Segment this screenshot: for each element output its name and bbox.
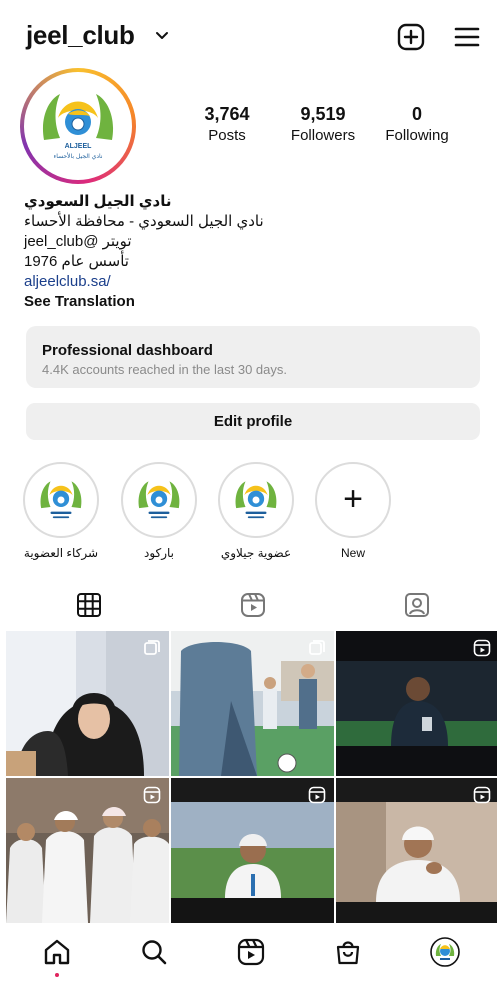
club-logo-image: ALJEEL نادي الجيل بالأحساء xyxy=(31,79,125,173)
tab-reels[interactable] xyxy=(170,588,335,628)
bio-line-1: نادي الجيل السعودي - محافظة الأحساء xyxy=(24,213,264,230)
highlight-cover xyxy=(121,462,197,538)
following-value: 0 xyxy=(411,104,422,124)
carousel-icon xyxy=(144,640,160,655)
plus-square-icon[interactable] xyxy=(396,22,426,52)
grid-post[interactable] xyxy=(171,778,334,923)
highlight-membership-partners[interactable]: شركاء العضوية xyxy=(21,462,101,560)
bio-display-name: نادي الجيل السعودي xyxy=(24,193,172,210)
highlight-cover: + xyxy=(315,462,391,538)
highlight-jeelawi-membership[interactable]: عضوية جيلاوي xyxy=(216,462,296,560)
avatar-inner: ALJEEL نادي الجيل بالأحساء xyxy=(24,72,132,180)
svg-text:نادي الجيل بالأحساء: نادي الجيل بالأحساء xyxy=(53,152,102,160)
highlight-label: باركود xyxy=(143,546,175,560)
reels-icon xyxy=(473,786,491,804)
shopping-bag-icon xyxy=(336,941,360,965)
tab-posts-grid[interactable] xyxy=(6,588,171,628)
bio-website-link[interactable]: aljeelclub.sa/ xyxy=(24,272,304,292)
grid-icon xyxy=(77,593,101,617)
following-count[interactable]: 0 Following xyxy=(362,104,472,144)
posts-grid xyxy=(6,631,497,923)
reels-icon xyxy=(237,938,265,966)
club-logo-icon xyxy=(235,481,277,519)
home-icon xyxy=(44,939,70,965)
posts-label: Posts xyxy=(208,127,246,144)
chevron-down-icon[interactable] xyxy=(154,30,170,42)
svg-text:ALJEEL: ALJEEL xyxy=(65,143,93,150)
nav-shop[interactable] xyxy=(331,935,365,969)
highlight-cover xyxy=(218,462,294,538)
bio-line-3: تأسس عام 1976 xyxy=(24,253,129,270)
search-icon xyxy=(142,940,167,965)
nav-home[interactable] xyxy=(40,935,74,969)
carousel-icon xyxy=(309,640,325,655)
dashboard-subtitle: 4.4K accounts reached in the last 30 day… xyxy=(42,362,287,377)
grid-post[interactable] xyxy=(6,631,169,776)
posts-count[interactable]: 3,764 Posts xyxy=(172,104,282,144)
nav-search[interactable] xyxy=(137,935,171,969)
profile-avatar[interactable]: ALJEEL نادي الجيل بالأحساء xyxy=(20,68,136,184)
username-title[interactable]: jeel_club xyxy=(26,20,135,51)
grid-post[interactable] xyxy=(171,631,334,776)
grid-post[interactable] xyxy=(6,778,169,923)
grid-post[interactable] xyxy=(336,778,497,923)
top-bar: jeel_club xyxy=(0,0,497,72)
bio-line-2: تويتر @jeel_club xyxy=(24,233,132,250)
profile-avatar-icon xyxy=(430,937,460,967)
highlight-barcode[interactable]: باركود xyxy=(119,462,199,560)
following-label: Following xyxy=(385,127,449,144)
highlight-label: New xyxy=(340,546,365,560)
nav-reels[interactable] xyxy=(234,935,268,969)
highlight-cover xyxy=(23,462,99,538)
bottom-navigation xyxy=(0,925,497,994)
reels-icon xyxy=(308,786,326,804)
edit-profile-button[interactable]: Edit profile xyxy=(26,403,480,440)
professional-dashboard-card[interactable]: Professional dashboard 4.4K accounts rea… xyxy=(26,326,480,388)
profile-bio: نادي الجيل السعودي نادي الجيل السعودي - … xyxy=(24,192,304,312)
tab-tagged[interactable] xyxy=(334,588,497,628)
highlight-label: عضوية جيلاوي xyxy=(220,546,292,560)
see-translation-link[interactable]: See Translation xyxy=(24,292,304,312)
hamburger-menu-icon[interactable] xyxy=(452,22,482,52)
club-logo-icon xyxy=(138,481,180,519)
highlight-label: شركاء العضوية xyxy=(23,546,99,560)
posts-value: 3,764 xyxy=(204,104,250,124)
notification-dot xyxy=(55,973,59,977)
nav-profile[interactable] xyxy=(428,935,462,969)
reels-icon xyxy=(143,786,161,804)
club-logo-icon xyxy=(40,481,82,519)
profile-tabs xyxy=(0,588,497,628)
plus-icon: + xyxy=(343,480,363,518)
reels-icon xyxy=(473,639,491,657)
tagged-person-icon xyxy=(405,593,429,617)
dashboard-title: Professional dashboard xyxy=(42,342,213,359)
highlight-new-button[interactable]: + New xyxy=(313,462,393,560)
reels-icon xyxy=(241,593,265,617)
grid-post[interactable] xyxy=(336,631,497,776)
